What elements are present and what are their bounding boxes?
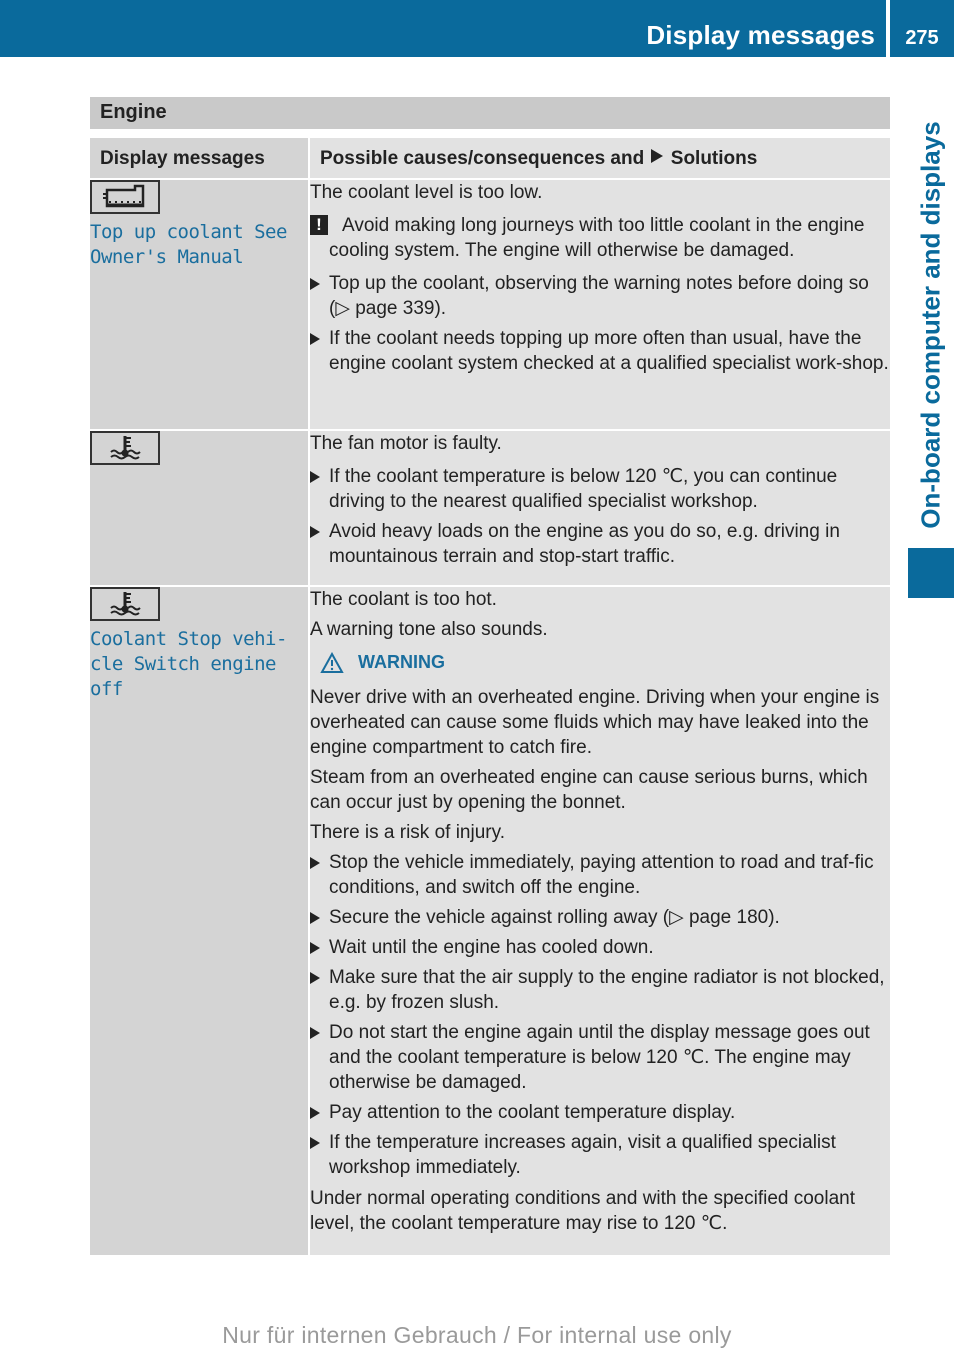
coolant-temperature-icon <box>90 587 160 621</box>
solution-step: Pay attention to the coolant temperature… <box>310 1100 890 1125</box>
step-arrow-icon <box>310 1137 320 1149</box>
coolant-temperature-icon <box>90 431 160 465</box>
section-title: Engine <box>90 97 890 129</box>
display-message-text: Coolant Stop vehi-cle Switch engine off <box>90 628 287 700</box>
solution-step: Stop the vehicle immediately, paying att… <box>310 850 890 900</box>
warning-text: Never drive with an overheated engine. D… <box>310 687 880 758</box>
causes-solutions-cell: The fan motor is faulty. If the coolant … <box>309 429 890 586</box>
step-text: Top up the coolant, observing the warnin… <box>329 273 869 319</box>
causes-solutions-cell: The coolant is too hot. A warning tone a… <box>309 585 890 1255</box>
solution-step: Avoid heavy loads on the engine as you d… <box>310 519 890 569</box>
warning-text: There is a risk of injury. <box>310 822 505 843</box>
step-text: If the temperature increases again, visi… <box>329 1132 836 1178</box>
solution-step: Do not start the engine again until the … <box>310 1020 890 1095</box>
causes-solutions-cell: The coolant level is too low. ! Avoid ma… <box>309 178 890 430</box>
damage-notice: ! Avoid making long journeys with too li… <box>310 213 890 263</box>
step-arrow-icon <box>310 857 320 869</box>
side-section-label: On-board computer and displays <box>915 121 946 529</box>
step-text: Avoid heavy loads on the engine as you d… <box>329 521 840 567</box>
step-text: Stop the vehicle immediately, paying att… <box>329 852 874 898</box>
warning-text: Steam from an overheated engine can caus… <box>310 767 868 813</box>
warning-heading: WARNING <box>320 650 890 675</box>
notice-text: Avoid making long journeys with too litt… <box>329 215 865 261</box>
closing-note: Under normal operating conditions and wi… <box>310 1188 855 1234</box>
exclamation-icon: ! <box>310 215 328 235</box>
page-header-bar: Display messages 275 <box>0 0 954 57</box>
table-row: Coolant Stop vehi-cle Switch engine off … <box>90 585 890 1255</box>
step-arrow-icon <box>310 1107 320 1119</box>
cause-text: The coolant level is too low. <box>310 182 543 203</box>
table-row: Top up coolant See Owner's Manual The co… <box>90 178 890 430</box>
coolant-reservoir-icon <box>90 180 160 214</box>
step-arrow-icon <box>310 912 320 924</box>
step-arrow-icon <box>310 1027 320 1039</box>
solution-step: If the coolant needs topping up more oft… <box>310 326 890 376</box>
column-header-causes-solutions: Possible causes/consequences and Solutio… <box>309 138 890 179</box>
solution-step: Top up the coolant, observing the warnin… <box>310 271 890 321</box>
display-message-cell <box>90 429 310 586</box>
table-row: The fan motor is faulty. If the coolant … <box>90 429 890 586</box>
column-header-solutions: Solutions <box>670 148 758 169</box>
step-arrow-icon <box>310 526 320 538</box>
solution-step: Secure the vehicle against rolling away … <box>310 905 890 930</box>
header-divider <box>886 0 890 57</box>
page-number: 275 <box>905 27 939 49</box>
step-arrow-icon <box>310 278 320 290</box>
column-header-display-messages: Display messages <box>90 138 310 179</box>
cause-text: The fan motor is faulty. <box>310 433 502 454</box>
step-arrow-icon <box>310 972 320 984</box>
warning-triangle-icon <box>320 651 344 673</box>
table-header-row: Display messages Possible causes/consequ… <box>90 138 890 179</box>
display-message-cell: Coolant Stop vehi-cle Switch engine off <box>90 585 310 1255</box>
warning-label: WARNING <box>358 652 445 672</box>
display-message-cell: Top up coolant See Owner's Manual <box>90 178 310 430</box>
step-text: Pay attention to the coolant temperature… <box>329 1102 736 1123</box>
solution-arrow-icon <box>651 149 664 163</box>
side-tab-marker <box>908 548 954 598</box>
step-text: Make sure that the air supply to the eng… <box>329 967 885 1013</box>
step-text: If the coolant needs topping up more oft… <box>329 328 889 374</box>
solution-step: If the temperature increases again, visi… <box>310 1130 890 1180</box>
step-arrow-icon <box>310 471 320 483</box>
step-text: Secure the vehicle against rolling away … <box>329 907 780 928</box>
solution-step: Make sure that the air supply to the eng… <box>310 965 890 1015</box>
cause-text: A warning tone also sounds. <box>310 619 548 640</box>
cause-text: The coolant is too hot. <box>310 589 497 610</box>
solution-step: Wait until the engine has cooled down. <box>310 935 890 960</box>
chapter-title: Display messages <box>646 20 875 50</box>
display-message-text: Top up coolant See Owner's Manual <box>90 221 287 268</box>
step-arrow-icon <box>310 942 320 954</box>
step-text: Do not start the engine again until the … <box>329 1022 870 1093</box>
internal-use-footer: Nur für internen Gebrauch / For internal… <box>222 1322 732 1348</box>
step-arrow-icon <box>310 333 320 345</box>
solution-step: If the coolant temperature is below 120 … <box>310 464 890 514</box>
step-text: Wait until the engine has cooled down. <box>329 937 654 958</box>
step-text: If the coolant temperature is below 120 … <box>329 466 838 512</box>
column-header-causes: Possible causes/consequences and <box>320 148 645 169</box>
display-messages-table: Display messages Possible causes/consequ… <box>90 138 890 1255</box>
